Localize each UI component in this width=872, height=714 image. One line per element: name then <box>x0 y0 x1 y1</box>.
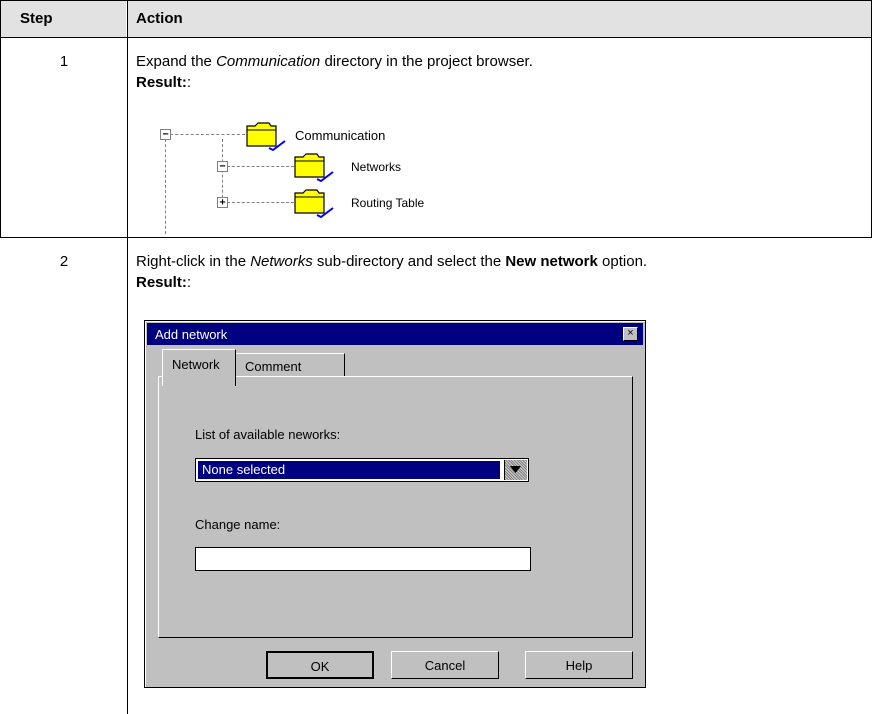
step-number: 1 <box>59 53 69 70</box>
step-instruction: Expand the Communication directory in th… <box>136 53 533 70</box>
table-border-top <box>0 0 872 1</box>
dropdown-arrow-icon[interactable] <box>504 460 527 480</box>
help-button[interactable]: Help <box>525 651 633 679</box>
header-step: Step <box>20 10 53 27</box>
tree-connector <box>165 139 166 234</box>
tab-panel <box>158 376 633 638</box>
row-divider <box>0 237 872 238</box>
tree-item-networks[interactable]: Networks <box>351 160 401 174</box>
tree-item-routing-table[interactable]: Routing Table <box>351 196 424 210</box>
tab-network[interactable]: Network <box>162 349 236 386</box>
chevron-down-icon <box>510 466 521 473</box>
tree-connector <box>222 202 294 203</box>
dropdown-selected-value: None selected <box>198 461 500 479</box>
column-divider <box>127 0 128 714</box>
network-dropdown[interactable]: None selected <box>195 458 529 482</box>
table-border-left <box>0 0 1 238</box>
tab-label: Comment <box>245 359 302 374</box>
name-input[interactable] <box>195 547 531 571</box>
collapse-icon[interactable]: − <box>160 129 171 140</box>
collapse-icon[interactable]: − <box>217 161 228 172</box>
header-action: Action <box>136 10 183 27</box>
add-network-dialog: Add network × Network Comment List of av… <box>144 320 646 688</box>
folder-icon <box>294 153 334 182</box>
header-divider <box>0 37 872 38</box>
dialog-title: Add network <box>155 327 228 342</box>
dialog-titlebar[interactable]: Add network × <box>147 323 643 345</box>
ok-button[interactable]: OK <box>266 651 374 679</box>
tab-label: Network <box>172 357 220 372</box>
tree-item-communication[interactable]: Communication <box>295 128 385 143</box>
tab-comment[interactable]: Comment <box>235 353 345 376</box>
step-number: 2 <box>59 253 69 270</box>
result-label: Result:: <box>136 74 192 91</box>
folder-icon <box>246 122 286 151</box>
tree-connector <box>165 134 245 135</box>
folder-icon <box>294 189 334 218</box>
result-label: Result:: <box>136 274 192 291</box>
step-instruction: Right-click in the Networks sub-director… <box>136 253 648 270</box>
cancel-button[interactable]: Cancel <box>391 651 499 679</box>
header-action-cell <box>128 0 871 37</box>
tree-connector <box>222 166 294 167</box>
name-label: Change name: <box>195 517 281 532</box>
project-browser-tree: − − + Communication Networks Routing Tab… <box>155 120 475 235</box>
list-label: List of available neworks: <box>195 427 341 442</box>
close-icon[interactable]: × <box>623 327 638 341</box>
expand-icon[interactable]: + <box>217 197 228 208</box>
